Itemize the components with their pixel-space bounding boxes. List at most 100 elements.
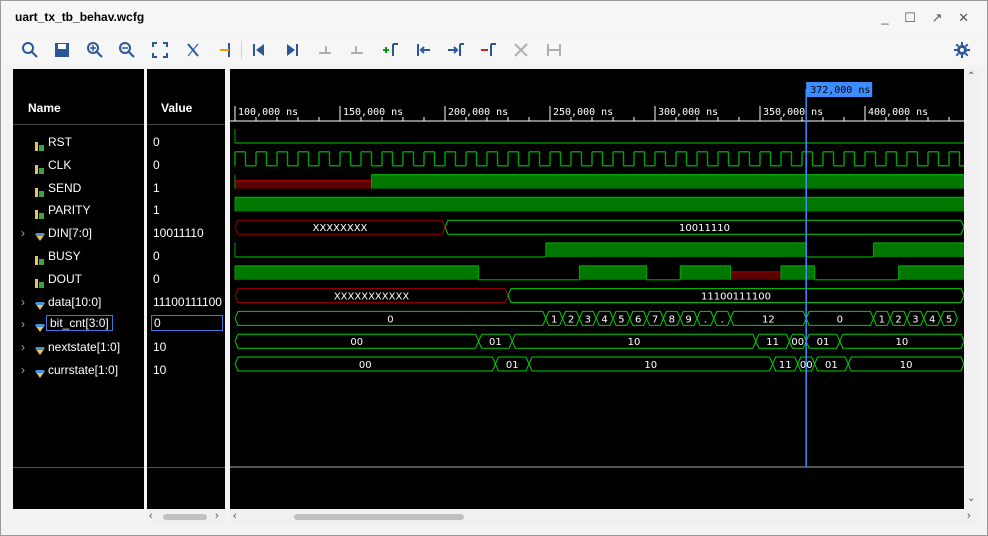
scroll-right-icon[interactable]: ›	[215, 510, 219, 522]
bit-cnt-label: 0	[837, 314, 843, 325]
signal-value[interactable]: 0	[153, 158, 160, 172]
prev-marker-icon[interactable]	[414, 41, 432, 59]
bit-cnt-label: .	[721, 314, 724, 325]
din-label: XXXXXXXX	[313, 223, 368, 234]
signal-icon	[35, 138, 45, 151]
zoom-out-icon[interactable]	[118, 41, 136, 59]
signal-name[interactable]: CLK	[48, 158, 71, 172]
snap-icon[interactable]	[545, 41, 563, 59]
settings-icon[interactable]	[953, 41, 971, 59]
expand-chevron-icon[interactable]: ›	[21, 363, 25, 377]
vertical-scrollbar[interactable]: ⌃ ⌄	[965, 69, 979, 509]
maximize-button[interactable]: ☐	[904, 10, 922, 26]
window-title: uart_tx_tb_behav.wcfg	[15, 10, 145, 24]
signal-value[interactable]: 1	[153, 181, 160, 195]
save-icon[interactable]	[53, 41, 71, 59]
bit-cnt-label: 5	[946, 314, 952, 325]
bit-cnt-label: 2	[895, 314, 901, 325]
minimize-button[interactable]: _	[881, 10, 894, 25]
swap-cursors-icon[interactable]	[479, 41, 497, 59]
ruler-tick-label: 200,000 ns	[448, 107, 508, 118]
signal-value[interactable]: 0	[151, 315, 223, 332]
waveform-canvas[interactable]: 100,000 ns 150,000 ns 200,000 ns 250,000 ns…	[230, 69, 965, 509]
ruler-tick-label: 350,000 ns	[763, 107, 823, 118]
add-marker-icon-2[interactable]	[381, 41, 399, 59]
nextstate-label: 01	[489, 337, 502, 348]
signal-value[interactable]: 10011110	[153, 226, 204, 240]
value-header-row: Value	[147, 92, 225, 125]
add-marker-icon[interactable]	[217, 41, 235, 59]
currstate-label: 10	[900, 360, 913, 371]
busy-high	[545, 243, 807, 257]
dout-high	[898, 265, 964, 280]
scroll-up-icon[interactable]: ⌃	[967, 71, 975, 82]
signal-value[interactable]: 10	[153, 363, 166, 377]
signal-name[interactable]: BUSY	[48, 249, 81, 263]
scroll-down-icon[interactable]: ⌄	[967, 493, 975, 504]
bit-cnt-label: .	[704, 314, 707, 325]
scroll-left-icon[interactable]: ‹	[233, 510, 237, 522]
waveform-window: uart_tx_tb_behav.wcfg _ ☐ ↗ ✕ Name RST C…	[0, 0, 988, 536]
signal-name[interactable]: SEND	[48, 181, 81, 195]
nextstate-label: 00	[350, 337, 363, 348]
zoom-in-icon[interactable]	[86, 41, 104, 59]
signal-value[interactable]: 0	[153, 249, 160, 263]
dout-high	[579, 265, 647, 280]
bit-cnt-label: 4	[929, 314, 935, 325]
signal-name[interactable]: currstate[1:0]	[48, 363, 118, 377]
signal-name[interactable]: data[10:0]	[48, 295, 101, 309]
expand-chevron-icon[interactable]: ›	[21, 317, 25, 331]
prev-transition-icon[interactable]	[316, 41, 334, 59]
scroll-thumb[interactable]	[294, 514, 464, 520]
bit-cnt-label: 4	[601, 314, 607, 325]
bit-cnt-label: 2	[568, 314, 574, 325]
currstate-label: 11	[779, 360, 792, 371]
dout-undefined	[730, 271, 781, 280]
signal-icon	[35, 184, 45, 197]
signal-value[interactable]: 10	[153, 340, 166, 354]
signal-value[interactable]: 0	[153, 135, 160, 149]
parity-high	[235, 197, 964, 212]
signal-name[interactable]: nextstate[1:0]	[48, 340, 120, 354]
scroll-thumb[interactable]	[163, 514, 207, 520]
send-high	[371, 174, 964, 189]
go-start-icon[interactable]	[250, 41, 268, 59]
signal-icon	[35, 206, 45, 220]
scroll-left-icon[interactable]: ‹	[149, 510, 153, 522]
close-button[interactable]: ✕	[958, 10, 975, 26]
cursor-icon[interactable]	[184, 41, 202, 59]
divider	[147, 467, 225, 468]
bit-cnt-label: 1	[551, 314, 557, 325]
expand-chevron-icon[interactable]: ›	[21, 340, 25, 354]
signal-name[interactable]: PARITY	[48, 203, 90, 217]
bit-cnt-label: 5	[618, 314, 624, 325]
nextstate-label: 10	[628, 337, 641, 348]
fullscreen-icon[interactable]	[151, 41, 169, 59]
signal-name[interactable]: bit_cnt[3:0]	[46, 315, 113, 332]
go-end-icon[interactable]	[283, 41, 301, 59]
expand-chevron-icon[interactable]: ›	[21, 295, 25, 309]
ruler-tick-label: 400,000 ns	[868, 107, 928, 118]
din-label: 10011110	[679, 223, 730, 234]
next-transition-icon[interactable]	[348, 41, 366, 59]
toolbar	[1, 35, 987, 65]
bit-cnt-label: 0	[387, 314, 393, 325]
next-marker-icon[interactable]	[446, 41, 464, 59]
value-horizontal-scrollbar[interactable]: ‹ ›	[147, 510, 225, 524]
float-button[interactable]: ↗	[932, 10, 949, 26]
name-column-header[interactable]: Name	[28, 101, 61, 115]
value-column-header[interactable]: Value	[161, 101, 192, 115]
signal-name[interactable]: DIN[7:0]	[48, 226, 92, 240]
expand-chevron-icon[interactable]: ›	[21, 226, 25, 240]
waveform-pane[interactable]: 100,000 ns 150,000 ns 200,000 ns 250,000 ns…	[230, 69, 965, 509]
signal-name[interactable]: DOUT	[48, 272, 82, 286]
scroll-right-icon[interactable]: ›	[967, 510, 971, 522]
signal-value[interactable]: 11100111100	[153, 295, 222, 309]
toolbar-separator	[241, 41, 242, 59]
signal-name[interactable]: RST	[48, 135, 72, 149]
wave-horizontal-scrollbar[interactable]: ‹ ›	[230, 510, 979, 524]
zoom-fit-icon[interactable]	[21, 41, 39, 59]
delete-marker-icon[interactable]	[512, 41, 530, 59]
signal-value[interactable]: 1	[153, 203, 160, 217]
signal-value[interactable]: 0	[153, 272, 160, 286]
